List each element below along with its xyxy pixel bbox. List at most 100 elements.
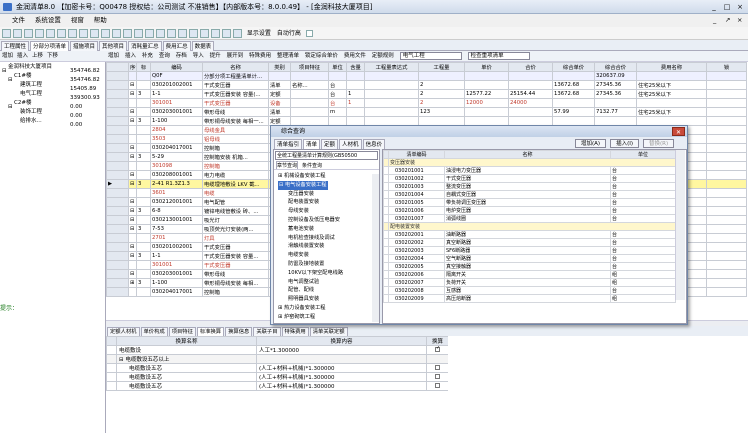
grid-cell[interactable] bbox=[346, 71, 365, 81]
grid-cell[interactable] bbox=[364, 71, 419, 81]
grid-cell[interactable]: 030208001001 bbox=[150, 170, 203, 180]
grid-cell[interactable]: ⊟ 3 bbox=[128, 143, 137, 153]
grid-cell[interactable]: 干式变压器 bbox=[202, 260, 269, 270]
grid-cell[interactable]: 7132.77 bbox=[594, 107, 637, 117]
tree-node[interactable]: 电气工程339300.93 bbox=[0, 90, 100, 101]
conversion-row[interactable]: 电缆敷设 人工*1.300000 bbox=[106, 345, 448, 355]
list-item[interactable]: 030201001 油浸电力变压器台 bbox=[383, 166, 676, 175]
grid-cell[interactable]: 030203001001 bbox=[150, 269, 203, 279]
grid-cell[interactable]: 1-100 bbox=[150, 116, 203, 126]
grid-cell[interactable] bbox=[128, 98, 137, 108]
grid-cell[interactable]: 12577.22 bbox=[464, 89, 509, 99]
grid-cell[interactable]: 2701 bbox=[150, 233, 203, 243]
grid-lock-price-button[interactable]: 锁定综合单价 bbox=[305, 53, 338, 59]
save-all-icon[interactable] bbox=[35, 29, 44, 38]
grid-cell[interactable] bbox=[706, 224, 747, 234]
grid-cell[interactable]: 1-1 bbox=[150, 89, 203, 99]
grid-col-header[interactable]: 综合单价 bbox=[552, 62, 595, 72]
tab-fee-summary[interactable]: 费用汇总 bbox=[162, 41, 191, 51]
grid-cell[interactable]: ⊟ bbox=[128, 179, 137, 189]
list-group-row[interactable]: 变压器安装 bbox=[383, 158, 676, 167]
tab-unit-price[interactable]: 单价构成 bbox=[140, 327, 168, 336]
grid-cell[interactable]: 干式变压器 bbox=[202, 242, 269, 252]
grid-cell[interactable]: 7-53 bbox=[150, 224, 203, 234]
grid-cell[interactable] bbox=[128, 125, 137, 135]
grid-cell[interactable] bbox=[136, 71, 151, 81]
grid-cell[interactable]: 3601 bbox=[150, 188, 203, 198]
first-icon[interactable] bbox=[123, 29, 132, 38]
grid-cell[interactable]: m bbox=[328, 107, 347, 117]
grid-col-header[interactable]: 项目特征 bbox=[290, 62, 329, 72]
table-row[interactable]: ⊟ 1 030201002001干式变压器清单名称...台 2 13672.68273… bbox=[106, 80, 747, 90]
chapter-node[interactable]: 10KV以下架空配电线路 bbox=[288, 269, 343, 278]
grid-cell[interactable] bbox=[136, 170, 151, 180]
table-row[interactable]: 301001 干式变压器 设备 台 1 2 12000 24000 bbox=[106, 98, 747, 108]
grid-col-header[interactable]: 含量 bbox=[346, 62, 365, 72]
grid-cell[interactable]: 5-29 bbox=[150, 152, 203, 162]
grid-cell[interactable] bbox=[508, 107, 553, 117]
grid-cell[interactable] bbox=[706, 251, 747, 261]
conversion-row[interactable]: 电缆敷设五芯 (人工+材料+机械)*1.300000 bbox=[106, 372, 448, 382]
grid-cell[interactable]: 030213001001 bbox=[150, 215, 203, 225]
grid-cell[interactable] bbox=[136, 143, 151, 153]
grid-cell[interactable]: 1-1 bbox=[150, 251, 203, 261]
list-item[interactable]: 030202009 高压熔断器组 bbox=[383, 294, 676, 303]
add-button[interactable]: 增加(A) bbox=[575, 139, 607, 148]
grid-cell[interactable] bbox=[136, 233, 151, 243]
grid-cell[interactable]: 控制箱 bbox=[202, 143, 269, 153]
grid-cell[interactable] bbox=[364, 98, 419, 108]
grid-cell[interactable] bbox=[706, 179, 747, 189]
grid-cell[interactable]: 干式变压器 bbox=[202, 98, 269, 108]
grid-cell[interactable] bbox=[128, 233, 137, 243]
tab-standard-conversion[interactable]: 标准换算 bbox=[196, 327, 225, 336]
grid-cell[interactable] bbox=[594, 98, 637, 108]
tree-add-button[interactable]: 增加 bbox=[2, 53, 13, 59]
grid-cell[interactable]: 住宅25米以下 bbox=[636, 89, 707, 99]
chapter-node[interactable]: 母线安装 bbox=[288, 207, 309, 216]
grid-cell[interactable]: 电力电缆 bbox=[202, 170, 269, 180]
grid-cell[interactable]: 定额 bbox=[268, 89, 291, 99]
chapter-node[interactable]: 电缆安装 bbox=[288, 251, 309, 260]
grid-add-button[interactable]: 增加 bbox=[108, 53, 119, 59]
chapter-node[interactable]: 控制设备及低压电器安 bbox=[288, 216, 340, 225]
minimize-button[interactable]: _ bbox=[708, 2, 720, 12]
grid-cell[interactable] bbox=[364, 89, 419, 99]
grid-cell[interactable] bbox=[706, 143, 747, 153]
grid-cell[interactable] bbox=[136, 161, 151, 171]
tab-bill-guide[interactable]: 清单指引 bbox=[274, 139, 303, 149]
specialty-select[interactable]: 电气工程 bbox=[399, 52, 462, 60]
grid-cell[interactable]: 吸顶荧光灯安装(两... bbox=[202, 224, 269, 234]
chart-icon[interactable] bbox=[189, 29, 198, 38]
grid-cell[interactable] bbox=[706, 206, 747, 216]
grid-cell[interactable]: 030204017001 bbox=[150, 143, 203, 153]
auto-row-height-toggle[interactable]: 自动行高 bbox=[277, 27, 301, 40]
menu-settings[interactable]: 系统设置 bbox=[35, 14, 61, 27]
grid-cell[interactable] bbox=[706, 71, 747, 81]
conversion-row[interactable]: 电缆敷设五芯 (人工+材料+机械)*1.300000 bbox=[106, 381, 448, 391]
grid-cell[interactable]: 27345.36 bbox=[594, 80, 637, 90]
child-minimize-button[interactable]: _ bbox=[713, 14, 716, 27]
list-item[interactable]: 030201006 电炉变压器台 bbox=[383, 206, 676, 215]
grid-cell[interactable]: ⊟ 7 bbox=[128, 242, 137, 252]
report-icon[interactable] bbox=[178, 29, 187, 38]
tree-down-button[interactable]: 下移 bbox=[47, 53, 58, 59]
tab-quota[interactable]: 定额 bbox=[321, 139, 339, 149]
tree-scrollbar[interactable] bbox=[372, 174, 379, 322]
grid-cell[interactable] bbox=[706, 89, 747, 99]
list-item[interactable]: 030202008 互感器台 bbox=[383, 286, 676, 295]
list-item[interactable]: 030201003 整流变压器台 bbox=[383, 182, 676, 191]
grid-cell[interactable]: 301001 bbox=[150, 98, 203, 108]
grid-cell[interactable]: 带形铜母线安装 每相... bbox=[202, 278, 269, 288]
grid-cell[interactable]: 分部分项工程量清单计... bbox=[202, 71, 269, 81]
grid-cell[interactable] bbox=[706, 197, 747, 207]
omega-icon[interactable] bbox=[211, 29, 220, 38]
grid-cell[interactable]: 3503 bbox=[150, 134, 203, 144]
tab-measures[interactable]: 措施项目 bbox=[70, 41, 99, 51]
grid-archive-button[interactable]: 存档 bbox=[176, 53, 187, 59]
grid-cell[interactable]: 301001 bbox=[150, 260, 203, 270]
grid-cell[interactable]: ⊟ 4 bbox=[128, 170, 137, 180]
list-item[interactable]: 030202005 真空接触器台 bbox=[383, 262, 676, 271]
tab-quota-materials[interactable]: 定额人材机 bbox=[107, 327, 140, 336]
paste-icon[interactable] bbox=[101, 29, 110, 38]
grid-cell[interactable] bbox=[136, 242, 151, 252]
